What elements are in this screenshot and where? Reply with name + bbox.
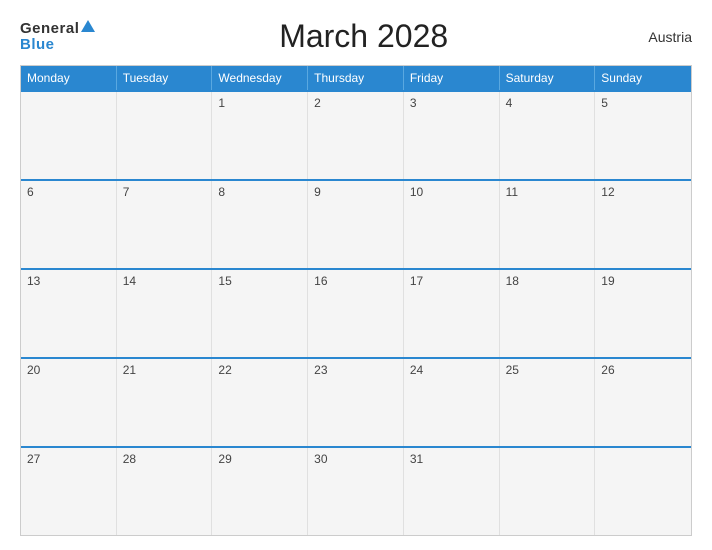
day-number: 9 xyxy=(314,185,397,199)
weekday-header-tuesday: Tuesday xyxy=(117,66,213,90)
day-number: 22 xyxy=(218,363,301,377)
logo-general-text: General xyxy=(20,20,79,37)
day-number: 26 xyxy=(601,363,685,377)
calendar: MondayTuesdayWednesdayThursdayFridaySatu… xyxy=(20,65,692,536)
day-number: 18 xyxy=(506,274,589,288)
logo-bottom: Blue xyxy=(20,37,55,53)
calendar-cell: 21 xyxy=(117,359,213,446)
day-number: 16 xyxy=(314,274,397,288)
calendar-header: MondayTuesdayWednesdayThursdayFridaySatu… xyxy=(21,66,691,90)
day-number: 3 xyxy=(410,96,493,110)
calendar-cell xyxy=(21,92,117,179)
logo-triangle-icon xyxy=(81,20,95,32)
logo: General Blue xyxy=(20,21,95,53)
day-number: 17 xyxy=(410,274,493,288)
day-number: 29 xyxy=(218,452,301,466)
weekday-header-monday: Monday xyxy=(21,66,117,90)
calendar-cell: 16 xyxy=(308,270,404,357)
weekday-header-sunday: Sunday xyxy=(595,66,691,90)
country-label: Austria xyxy=(632,29,692,45)
calendar-cell: 22 xyxy=(212,359,308,446)
page: General Blue March 2028 Austria MondayTu… xyxy=(0,0,712,550)
calendar-cell xyxy=(117,92,213,179)
day-number: 28 xyxy=(123,452,206,466)
calendar-cell: 1 xyxy=(212,92,308,179)
calendar-cell: 17 xyxy=(404,270,500,357)
day-number: 30 xyxy=(314,452,397,466)
calendar-cell: 30 xyxy=(308,448,404,535)
day-number: 31 xyxy=(410,452,493,466)
calendar-cell: 23 xyxy=(308,359,404,446)
calendar-cell: 5 xyxy=(595,92,691,179)
calendar-title: March 2028 xyxy=(95,18,632,55)
day-number: 7 xyxy=(123,185,206,199)
calendar-cell: 10 xyxy=(404,181,500,268)
day-number: 5 xyxy=(601,96,685,110)
day-number: 14 xyxy=(123,274,206,288)
day-number: 12 xyxy=(601,185,685,199)
weekday-header-thursday: Thursday xyxy=(308,66,404,90)
calendar-cell: 12 xyxy=(595,181,691,268)
calendar-cell: 24 xyxy=(404,359,500,446)
day-number: 23 xyxy=(314,363,397,377)
day-number: 10 xyxy=(410,185,493,199)
calendar-cell: 28 xyxy=(117,448,213,535)
calendar-cell: 6 xyxy=(21,181,117,268)
calendar-week-2: 6789 10 11 12 xyxy=(21,179,691,268)
logo-top: General xyxy=(20,21,95,37)
day-number: 21 xyxy=(123,363,206,377)
day-number: 11 xyxy=(506,185,589,199)
calendar-cell: 19 xyxy=(595,270,691,357)
calendar-cell: 2 xyxy=(308,92,404,179)
header: General Blue March 2028 Austria xyxy=(20,18,692,55)
day-number: 8 xyxy=(218,185,301,199)
logo-blue-text: Blue xyxy=(20,36,55,53)
calendar-body: 1234567891011121314151617181920212223242… xyxy=(21,90,691,535)
calendar-cell: 31 xyxy=(404,448,500,535)
day-number: 4 xyxy=(506,96,589,110)
day-number: 19 xyxy=(601,274,685,288)
calendar-cell: 18 xyxy=(500,270,596,357)
calendar-week-5: 27 28 29 30 31 xyxy=(21,446,691,535)
calendar-cell: 9 xyxy=(308,181,404,268)
day-number: 20 xyxy=(27,363,110,377)
calendar-cell: 3 xyxy=(404,92,500,179)
day-number: 24 xyxy=(410,363,493,377)
day-number: 13 xyxy=(27,274,110,288)
calendar-cell: 15 xyxy=(212,270,308,357)
weekday-header-saturday: Saturday xyxy=(500,66,596,90)
calendar-cell: 11 xyxy=(500,181,596,268)
calendar-week-4: 20 21 22 23 24 25 26 xyxy=(21,357,691,446)
calendar-cell: 4 xyxy=(500,92,596,179)
calendar-cell xyxy=(500,448,596,535)
calendar-cell: 26 xyxy=(595,359,691,446)
day-number: 27 xyxy=(27,452,110,466)
calendar-cell: 7 xyxy=(117,181,213,268)
calendar-week-3: 13 14 15 16 17 18 19 xyxy=(21,268,691,357)
day-number: 15 xyxy=(218,274,301,288)
calendar-cell: 25 xyxy=(500,359,596,446)
calendar-cell: 14 xyxy=(117,270,213,357)
calendar-cell: 8 xyxy=(212,181,308,268)
calendar-cell: 20 xyxy=(21,359,117,446)
day-number: 1 xyxy=(218,96,301,110)
calendar-cell xyxy=(595,448,691,535)
calendar-cell: 29 xyxy=(212,448,308,535)
day-number: 2 xyxy=(314,96,397,110)
weekday-header-friday: Friday xyxy=(404,66,500,90)
day-number: 6 xyxy=(27,185,110,199)
calendar-cell: 13 xyxy=(21,270,117,357)
weekday-header-wednesday: Wednesday xyxy=(212,66,308,90)
calendar-week-1: 12345 xyxy=(21,90,691,179)
day-number: 25 xyxy=(506,363,589,377)
calendar-cell: 27 xyxy=(21,448,117,535)
